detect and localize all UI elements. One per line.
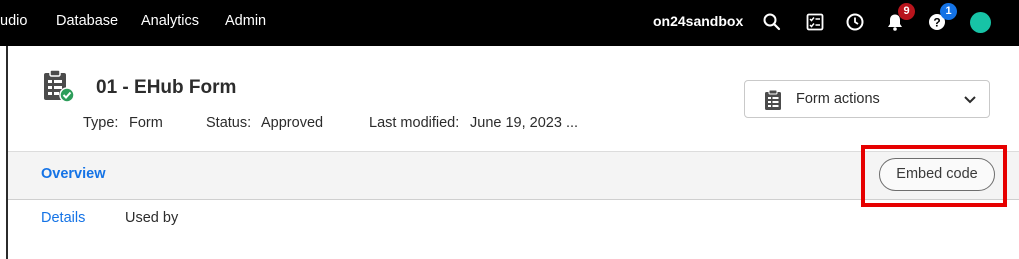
- subtab-details[interactable]: Details: [41, 210, 85, 226]
- status-value: Approved: [261, 115, 324, 131]
- notifications-badge: 9: [898, 3, 915, 20]
- clipboard-icon: [765, 89, 781, 110]
- avatar[interactable]: [970, 12, 991, 33]
- form-actions-label: Form actions: [796, 91, 880, 107]
- form-actions-dropdown[interactable]: Form actions: [744, 80, 990, 118]
- help-badge: 1: [940, 3, 957, 20]
- form-icon: [44, 69, 75, 103]
- type-label: Type:: [83, 115, 119, 131]
- nav-item-admin[interactable]: Admin: [225, 13, 266, 29]
- status-label: Status:: [206, 115, 252, 131]
- clock-icon[interactable]: [845, 12, 865, 32]
- tasks-icon[interactable]: [805, 12, 825, 32]
- nav-item-database[interactable]: Database: [56, 13, 118, 29]
- chevron-down-icon: [964, 96, 976, 104]
- last-modified-label: Last modified:: [369, 115, 460, 131]
- nav-item-analytics[interactable]: Analytics: [141, 13, 199, 29]
- tab-overview[interactable]: Overview: [41, 166, 106, 182]
- subtab-used-by[interactable]: Used by: [125, 210, 178, 226]
- top-navigation-bar: udio Database Analytics Admin on24sandbo…: [0, 0, 1019, 46]
- type-value: Form: [129, 115, 163, 131]
- embed-code-button[interactable]: Embed code: [879, 158, 995, 191]
- org-name[interactable]: on24sandbox: [653, 13, 743, 29]
- last-modified-value: June 19, 2023 ...: [470, 115, 579, 131]
- nav-item-studio[interactable]: udio: [0, 13, 27, 29]
- svg-text:?: ?: [933, 16, 940, 30]
- search-icon[interactable]: [762, 12, 782, 32]
- page-title: 01 - EHub Form: [96, 77, 237, 98]
